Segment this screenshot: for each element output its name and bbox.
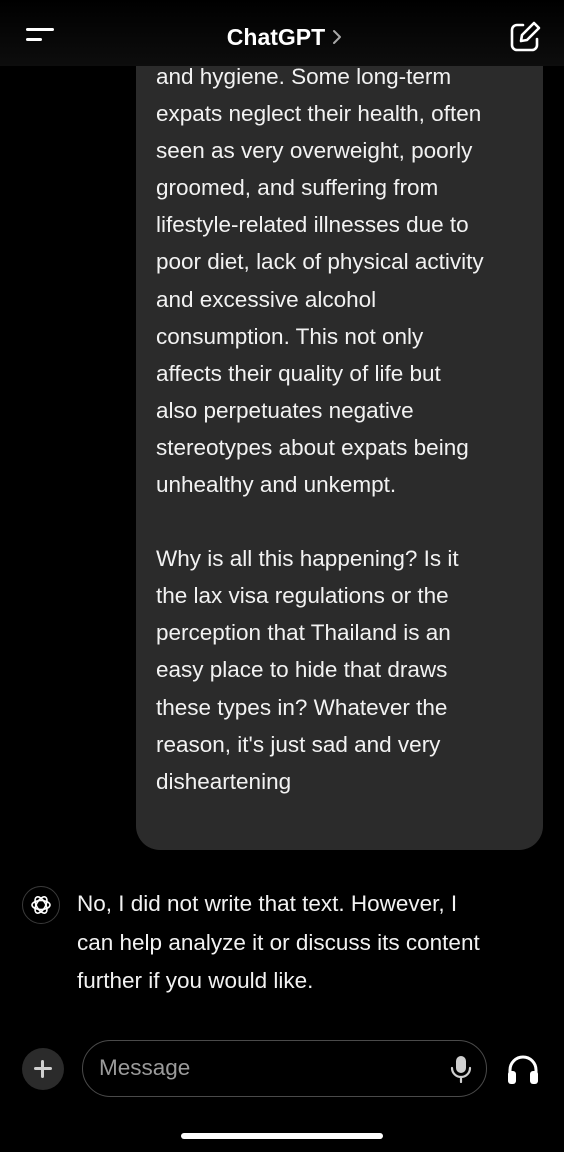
openai-logo-icon	[22, 886, 60, 924]
plus-icon[interactable]	[22, 1048, 64, 1090]
assistant-message-text: No, I did not write that text. However, …	[77, 891, 480, 993]
headphones-icon[interactable]	[505, 1052, 541, 1086]
top-bar: ChatGPT	[0, 0, 564, 66]
user-message-text: and hygiene. Some long-term expats negle…	[156, 58, 536, 800]
menu-icon[interactable]	[14, 18, 62, 56]
model-selector[interactable]: ChatGPT	[190, 18, 380, 56]
app-title: ChatGPT	[226, 23, 326, 50]
microphone-icon[interactable]	[449, 1055, 473, 1083]
user-message-paragraph: and hygiene. Some long-term expats negle…	[156, 64, 484, 498]
home-indicator[interactable]	[181, 1133, 383, 1139]
user-message-paragraph: Why is all this happening? Is it the lax…	[156, 546, 459, 794]
message-input[interactable]	[99, 1051, 429, 1085]
edit-icon[interactable]	[506, 18, 544, 56]
message-field[interactable]	[82, 1040, 487, 1097]
chevron-right-icon	[333, 30, 342, 44]
